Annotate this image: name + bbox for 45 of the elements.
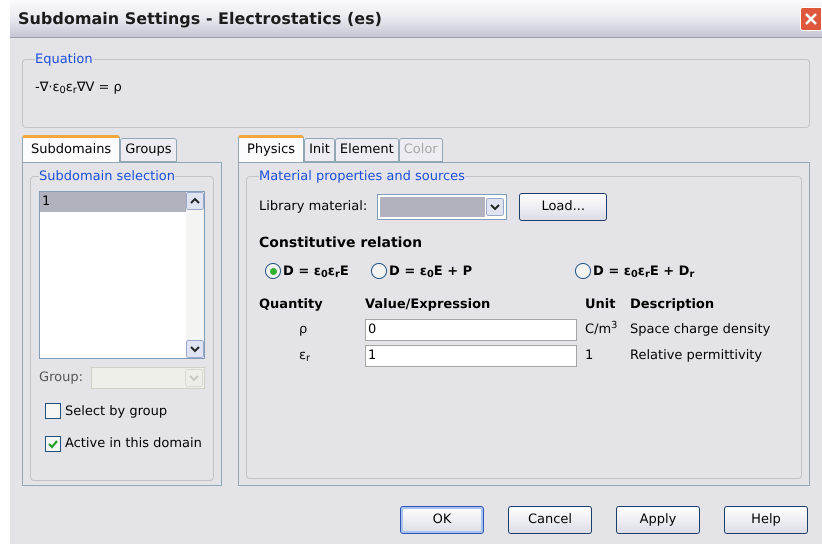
radio-button[interactable] (265, 263, 281, 280)
unit-text: 1 (585, 346, 594, 365)
checkbox-label: Select by group (65, 402, 168, 420)
tab[interactable]: Subdomains (22, 135, 120, 162)
dialog-button[interactable]: OK (400, 506, 484, 534)
group-title: Equation (35, 51, 93, 69)
window-title: Subdomain Settings - Electrostatics (es) (18, 8, 382, 30)
dialog-button[interactable]: Help (724, 506, 808, 534)
column-header: Value/Expression (365, 296, 492, 314)
group-title: Material properties and sources (259, 168, 465, 186)
column-header: Description (630, 296, 716, 314)
section-heading: Constitutive relation (259, 234, 424, 252)
value-field[interactable]: 0 (365, 318, 577, 340)
tab[interactable]: Physics (238, 135, 304, 162)
dialog-button[interactable]: Apply (616, 506, 700, 534)
close-button[interactable] (800, 6, 822, 30)
field-label: Library material: (259, 198, 368, 216)
radio-label: D = ε$_{0}$ε$_{r}$E (283, 262, 349, 281)
close-icon (804, 12, 818, 26)
column-header: Unit (585, 296, 616, 314)
scroll-up-icon[interactable] (186, 192, 204, 210)
quantity-symbol: ε$_{r}$ (299, 348, 310, 363)
column-header: Quantity (259, 296, 324, 314)
quantity-symbol: ρ (299, 322, 308, 337)
checkbox-label: Active in this domain (65, 435, 202, 453)
equation-formula: -∇·ε$_{0}$ε$_{r}$∇V = ρ (35, 80, 122, 94)
checkbox[interactable] (45, 403, 61, 420)
tab[interactable]: Element (334, 138, 399, 162)
value-field[interactable]: 1 (365, 344, 577, 366)
tab[interactable]: Init (304, 138, 335, 162)
radio-label: D = ε$_{0}$E + P (389, 262, 472, 281)
description-text: Relative permittivity (630, 346, 764, 365)
load-button[interactable]: Load... (519, 192, 608, 220)
radio-button[interactable] (575, 263, 591, 280)
group-label: Group: (39, 368, 83, 387)
list-item[interactable]: 1 (40, 192, 186, 212)
unit-text: C/m$^{3}$ (585, 320, 618, 339)
description-text: Space charge density (630, 320, 772, 339)
checkbox[interactable] (45, 436, 61, 452)
radio-label: D = ε$_{0}$ε$_{r}$E + D$_{r}$ (593, 262, 694, 281)
radio-button[interactable] (371, 263, 387, 280)
tab[interactable]: Groups (120, 138, 177, 162)
scrollbar[interactable] (186, 192, 204, 358)
dialog-button[interactable]: Cancel (508, 506, 592, 534)
group-title: Subdomain selection (39, 168, 175, 186)
